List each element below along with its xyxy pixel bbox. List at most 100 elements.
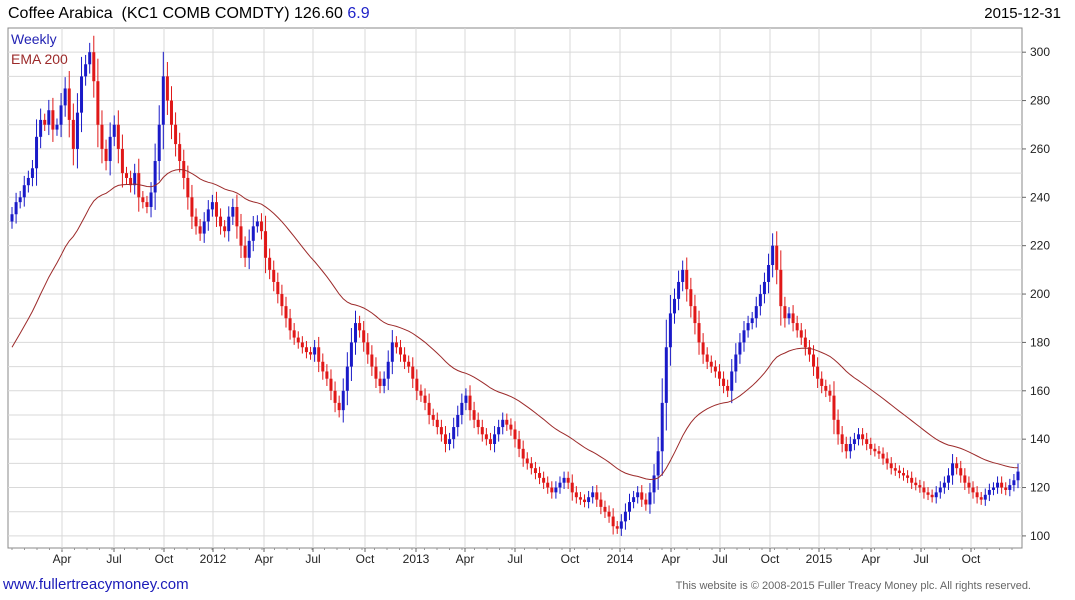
candle-body (525, 458, 529, 464)
candle-body (284, 306, 288, 319)
candle-body (681, 269, 685, 282)
candle-body (595, 492, 599, 500)
candle-body (746, 323, 750, 331)
candle-body (157, 124, 161, 162)
candle-body (771, 245, 775, 266)
candle-body (104, 148, 108, 162)
candle-body (239, 226, 243, 246)
candle-body (411, 366, 415, 379)
legend-weekly: Weekly (11, 31, 57, 47)
candle-body (521, 448, 525, 459)
candle-body (930, 494, 934, 498)
candle-body (349, 342, 353, 367)
candle-body (452, 427, 456, 440)
candle-body (832, 395, 836, 420)
candle-body (816, 366, 820, 379)
candle-body (644, 499, 648, 505)
candle-body (47, 110, 51, 125)
candle-body (991, 487, 995, 490)
candle-body (513, 429, 517, 440)
candle-body (325, 371, 329, 379)
y-tick-label: 280 (1030, 94, 1050, 108)
y-tick-label: 200 (1030, 287, 1050, 301)
y-tick-label: 160 (1030, 384, 1050, 398)
candle-body (1004, 487, 1008, 490)
candle-body (672, 298, 676, 314)
candle-body (881, 453, 885, 459)
candle-body (88, 52, 92, 65)
candle-body (926, 492, 930, 495)
candle-body (758, 294, 762, 307)
candle-body (456, 414, 460, 428)
candle-body (476, 419, 480, 428)
candle-body (799, 330, 803, 338)
candle-body (26, 177, 30, 186)
candle-body (354, 323, 358, 343)
candle-body (632, 497, 636, 503)
candle-body (840, 434, 844, 444)
candle-body (280, 294, 284, 307)
candle-body (362, 330, 366, 343)
x-tick-label: 2015 (806, 552, 833, 566)
candle-body (272, 269, 276, 282)
candle-body (538, 473, 542, 478)
candle-body (779, 269, 783, 307)
candle-body (431, 414, 435, 420)
candle-body (517, 439, 521, 449)
candle-body (975, 492, 979, 498)
candle-body (92, 52, 96, 82)
candle-body (51, 110, 55, 130)
candle-body (775, 245, 779, 270)
candle-body (558, 482, 562, 488)
candle-body (587, 497, 591, 503)
candle-body (824, 385, 828, 391)
x-tick-label: Oct (561, 552, 580, 566)
candle-body (910, 477, 914, 483)
candle-body (30, 168, 34, 178)
candle-body (1008, 485, 1012, 490)
candle-body (112, 124, 116, 137)
candle-body (493, 434, 497, 444)
candle-body (959, 468, 963, 476)
candle-body (186, 177, 190, 198)
candle-body (341, 390, 345, 411)
candle-body (178, 144, 182, 162)
candle-body (730, 371, 734, 391)
x-tick-label: Jul (913, 552, 928, 566)
candle-body (1000, 482, 1004, 488)
candle-body (223, 226, 227, 232)
candle-body (901, 473, 905, 476)
candle-body (198, 226, 202, 234)
candle-body (501, 419, 505, 428)
candle-body (403, 354, 407, 362)
candle-body (963, 475, 967, 483)
candle-body (120, 148, 124, 174)
candle-body (386, 361, 390, 379)
candle-body (640, 492, 644, 500)
y-tick-label: 300 (1030, 45, 1050, 59)
candle-body (828, 390, 832, 396)
candle-body (906, 475, 910, 478)
x-tick-label: 2014 (607, 552, 634, 566)
candle-body (259, 221, 263, 232)
candle-body (734, 354, 738, 372)
candle-body (390, 342, 394, 362)
candle-body (39, 119, 43, 137)
candle-body (861, 434, 865, 440)
candle-body (145, 202, 149, 207)
candle-body (623, 511, 627, 522)
candle-body (689, 289, 693, 307)
candle-body (636, 492, 640, 498)
candle-body (439, 427, 443, 435)
candle-body (693, 306, 697, 324)
candle-body (812, 354, 816, 367)
candle-body (67, 88, 71, 120)
candle-body (153, 161, 157, 193)
candle-body (472, 410, 476, 420)
candle-body (333, 390, 337, 403)
candle-body (722, 378, 726, 386)
candle-body (317, 347, 321, 362)
candle-body (754, 306, 758, 319)
candle-body (460, 402, 464, 415)
candle-body (742, 330, 746, 343)
